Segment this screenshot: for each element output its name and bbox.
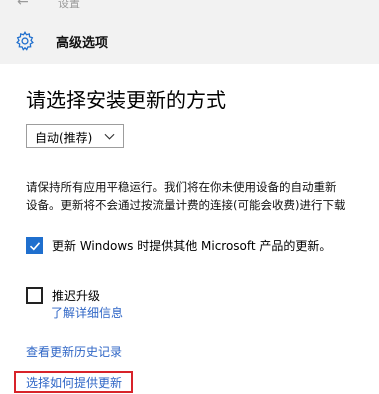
window-title: 设置 (58, 0, 80, 10)
other-products-checkbox[interactable] (26, 237, 43, 254)
back-arrow-icon[interactable]: ← (17, 0, 29, 10)
chevron-down-icon (104, 133, 115, 140)
install-mode-select[interactable]: 自动(推荐) (26, 124, 124, 148)
gear-icon (16, 31, 34, 51)
section-title: 请选择安装更新的方式 (26, 88, 226, 112)
defer-upgrades-checkbox[interactable] (26, 287, 43, 304)
view-update-history-link[interactable]: 查看更新历史记录 (26, 343, 122, 360)
description-line: 请保持所有应用平稳运行。我们将在你未使用设备的自动重新 (26, 180, 337, 194)
other-products-label: 更新 Windows 时提供其他 Microsoft 产品的更新。 (52, 239, 332, 253)
choose-delivery-link[interactable]: 选择如何提供更新 (26, 374, 122, 391)
defer-upgrades-label: 推迟升级 (52, 289, 101, 303)
description-line: 设备。更新将不会通过按流量计费的连接(可能会收费)进行下载 (26, 198, 346, 212)
page-header: 高级选项 (0, 18, 379, 64)
check-mark-icon (29, 242, 41, 251)
page-title: 高级选项 (56, 36, 109, 51)
title-bar: ← 设置 (0, 0, 379, 18)
learn-more-link[interactable]: 了解详细信息 (51, 304, 123, 321)
install-mode-value: 自动(推荐) (35, 131, 93, 145)
update-description: 请保持所有应用平稳运行。我们将在你未使用设备的自动重新 设备。更新将不会通过按流… (26, 178, 345, 214)
